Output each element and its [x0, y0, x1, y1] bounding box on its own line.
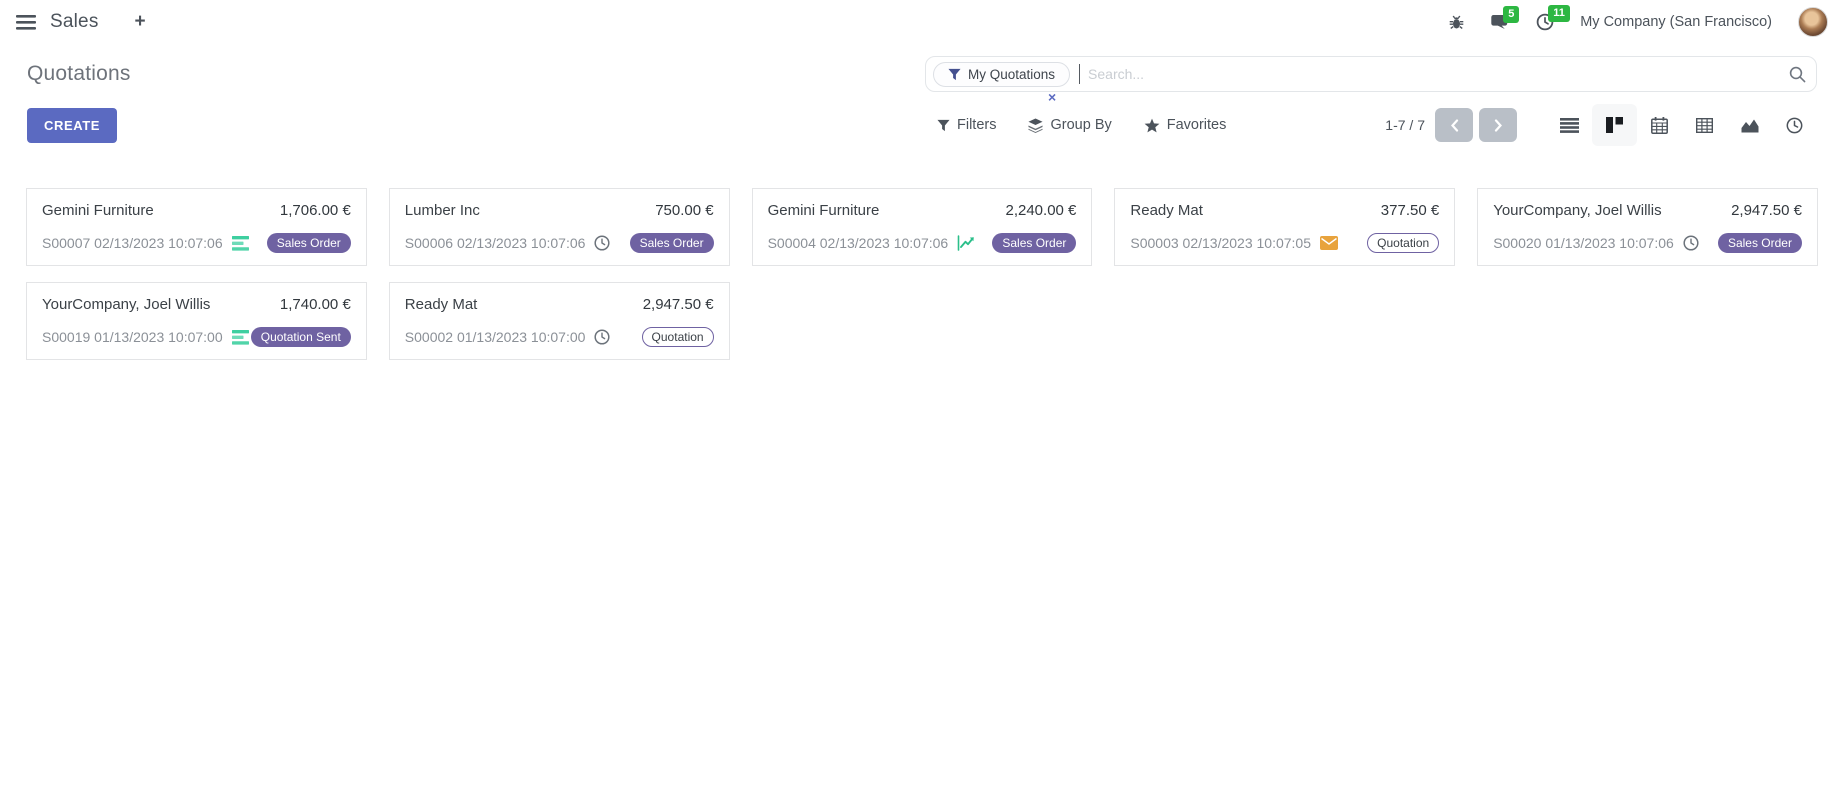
list-activity-icon[interactable] [232, 236, 249, 251]
company-switcher[interactable]: My Company (San Francisco) [1580, 14, 1772, 30]
bug-icon[interactable] [1448, 14, 1465, 31]
plus-icon[interactable]: + [135, 11, 146, 33]
pager-next-button[interactable] [1479, 108, 1517, 142]
card-amount: 1,740.00 € [280, 296, 351, 313]
status-badge: Sales Order [267, 233, 351, 253]
view-pivot-button[interactable] [1682, 104, 1727, 146]
group-by-button[interactable]: Group By [1028, 117, 1111, 133]
kanban-card[interactable]: YourCompany, Joel Willis 1,740.00 € S000… [26, 282, 367, 360]
top-navbar: Sales + 5 11 My C [0, 0, 1844, 44]
kanban-card[interactable]: YourCompany, Joel Willis 2,947.50 € S000… [1477, 188, 1818, 266]
envelope-activity-icon[interactable] [1320, 236, 1338, 250]
chart-activity-icon[interactable] [957, 235, 975, 251]
messages-count-badge: 5 [1503, 6, 1519, 23]
kanban-card[interactable]: Gemini Furniture 2,240.00 € S00004 02/13… [752, 188, 1093, 266]
kanban-card[interactable]: Lumber Inc 750.00 € S00006 02/13/2023 10… [389, 188, 730, 266]
create-button[interactable]: CREATE [27, 108, 117, 143]
card-amount: 2,947.50 € [1731, 202, 1802, 219]
kanban-view-icon [1606, 117, 1623, 133]
activities-count-badge: 11 [1548, 5, 1570, 22]
chevron-right-icon [1494, 119, 1503, 132]
clock-activity-icon[interactable] [1683, 235, 1699, 251]
view-switcher [1547, 104, 1817, 146]
group-by-label: Group By [1050, 117, 1111, 133]
list-activity-icon[interactable] [232, 330, 249, 345]
card-reference: S00006 02/13/2023 10:07:06 [405, 235, 586, 251]
view-calendar-button[interactable] [1637, 104, 1682, 146]
kanban-card[interactable]: Gemini Furniture 1,706.00 € S00007 02/13… [26, 188, 367, 266]
status-badge: Quotation Sent [251, 327, 351, 347]
pager-previous-button[interactable] [1435, 108, 1473, 142]
kanban-grid: Gemini Furniture 1,706.00 € S00007 02/13… [0, 188, 1844, 360]
list-view-icon [1560, 118, 1579, 133]
view-activity-button[interactable] [1772, 104, 1817, 146]
search-icon[interactable] [1789, 66, 1806, 83]
layers-icon [1028, 118, 1043, 133]
status-badge: Sales Order [1718, 233, 1802, 253]
page-title: Quotations [27, 62, 131, 86]
clock-activity-icon[interactable] [594, 329, 610, 345]
search-bar[interactable]: My Quotations × [925, 56, 1817, 92]
search-facet-my-quotations[interactable]: My Quotations [933, 62, 1070, 87]
card-reference: S00003 02/13/2023 10:07:05 [1130, 235, 1311, 251]
customer-name: YourCompany, Joel Willis [42, 296, 210, 313]
filters-label: Filters [957, 117, 996, 133]
star-icon [1144, 118, 1160, 133]
control-panel: Quotations My Quotations × CREATE [0, 44, 1844, 146]
calendar-view-icon [1651, 117, 1668, 134]
card-reference: S00019 01/13/2023 10:07:00 [42, 329, 223, 345]
customer-name: Gemini Furniture [42, 202, 154, 219]
card-reference: S00002 01/13/2023 10:07:00 [405, 329, 586, 345]
user-avatar[interactable] [1798, 7, 1828, 37]
status-badge: Quotation [1367, 233, 1439, 253]
pager-range: 1-7 / 7 [1385, 117, 1425, 133]
card-amount: 2,947.50 € [643, 296, 714, 313]
chevron-left-icon [1450, 119, 1459, 132]
view-kanban-button[interactable] [1592, 104, 1637, 146]
customer-name: Lumber Inc [405, 202, 480, 219]
status-badge: Sales Order [992, 233, 1076, 253]
app-name[interactable]: Sales [50, 11, 99, 33]
view-graph-button[interactable] [1727, 104, 1772, 146]
favorites-label: Favorites [1167, 117, 1227, 133]
customer-name: Ready Mat [1130, 202, 1203, 219]
filters-button[interactable]: Filters [937, 117, 996, 133]
card-amount: 1,706.00 € [280, 202, 351, 219]
card-reference: S00004 02/13/2023 10:07:06 [768, 235, 949, 251]
status-badge: Quotation [642, 327, 714, 347]
card-amount: 377.50 € [1381, 202, 1439, 219]
customer-name: Gemini Furniture [768, 202, 880, 219]
card-amount: 750.00 € [655, 202, 713, 219]
pivot-view-icon [1696, 118, 1713, 133]
customer-name: Ready Mat [405, 296, 478, 313]
menu-icon[interactable] [16, 15, 36, 30]
activities-clock-icon[interactable]: 11 [1536, 13, 1554, 31]
kanban-card[interactable]: Ready Mat 2,947.50 € S00002 01/13/2023 1… [389, 282, 730, 360]
customer-name: YourCompany, Joel Willis [1493, 202, 1661, 219]
search-facet-label: My Quotations [968, 67, 1055, 82]
card-reference: S00020 01/13/2023 10:07:06 [1493, 235, 1674, 251]
card-reference: S00007 02/13/2023 10:07:06 [42, 235, 223, 251]
activity-view-icon [1786, 117, 1803, 134]
funnel-icon [937, 119, 950, 132]
clock-activity-icon[interactable] [594, 235, 610, 251]
search-input[interactable] [1080, 66, 1789, 82]
status-badge: Sales Order [630, 233, 714, 253]
favorites-button[interactable]: Favorites [1144, 117, 1227, 133]
kanban-card[interactable]: Ready Mat 377.50 € S00003 02/13/2023 10:… [1114, 188, 1455, 266]
funnel-icon [948, 68, 961, 81]
graph-view-icon [1741, 118, 1759, 133]
card-amount: 2,240.00 € [1005, 202, 1076, 219]
messages-icon[interactable]: 5 [1491, 14, 1510, 31]
facet-close-icon[interactable]: × [1048, 90, 1056, 104]
view-list-button[interactable] [1547, 104, 1592, 146]
